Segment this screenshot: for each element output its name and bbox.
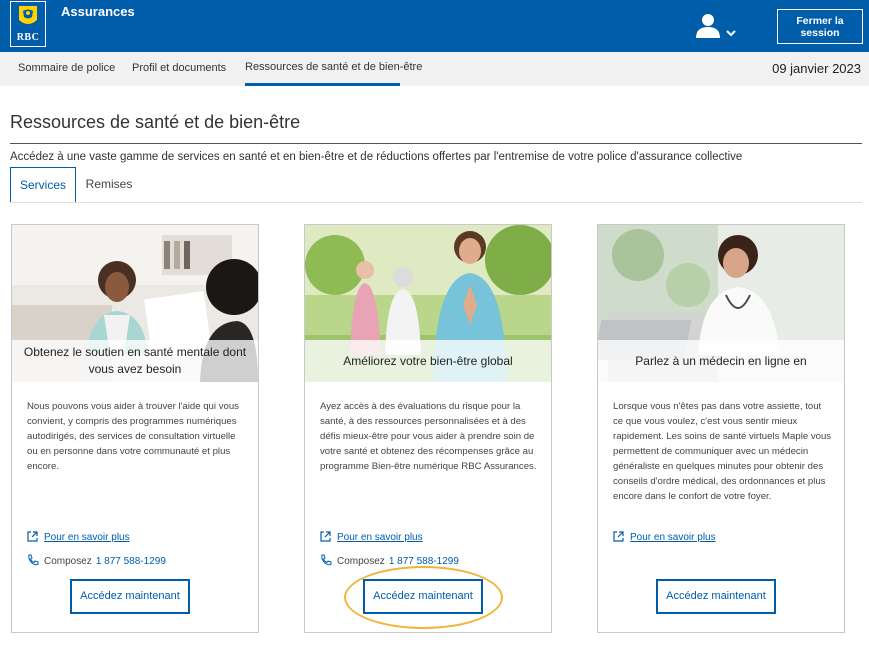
rbc-logo[interactable]: RBC: [10, 1, 46, 47]
card-description: Nous pouvons vous aider à trouver l'aide…: [27, 401, 239, 472]
access-now-button[interactable]: Accédez maintenant: [656, 579, 776, 614]
phone-line: Composez 1 877 588-1299: [27, 554, 166, 567]
page-title: Ressources de santé et de bien-être: [10, 112, 301, 132]
nav-tab-policy-summary[interactable]: Sommaire de police: [18, 52, 115, 86]
card-title: Parlez à un médecin en ligne en: [598, 340, 844, 382]
phone-icon: [321, 554, 332, 566]
subtab-services[interactable]: Services: [10, 167, 76, 203]
user-icon: [696, 14, 736, 38]
learn-more-link[interactable]: Pour en savoir plus: [27, 531, 130, 543]
phone-label: Composez: [337, 556, 385, 567]
learn-more-label: Pour en savoir plus: [44, 532, 130, 543]
nav-tab-health-resources[interactable]: Ressources de santé et de bien-être: [245, 52, 422, 86]
learn-more-link[interactable]: Pour en savoir plus: [613, 531, 716, 543]
phone-icon: [28, 554, 39, 566]
learn-more-label: Pour en savoir plus: [630, 532, 716, 543]
top-header: RBC Assurances Fermer la session: [0, 0, 869, 52]
phone-number-link[interactable]: 1 877 588-1299: [96, 556, 166, 567]
access-now-button[interactable]: Accédez maintenant: [70, 579, 190, 614]
divider: [10, 202, 862, 203]
highlight-annotation-circle: [344, 566, 503, 629]
rbc-lion-icon: [19, 6, 37, 24]
card-mental-health: Obtenez le soutien en santé mentale dont…: [11, 224, 259, 633]
phone-line: Composez 1 877 588-1299: [320, 554, 459, 567]
subtab-discounts[interactable]: Remises: [78, 167, 140, 203]
card-title: Améliorez votre bien-être global: [305, 340, 551, 382]
logout-button[interactable]: Fermer la session: [777, 9, 863, 44]
nav-tab-profile-documents[interactable]: Profil et documents: [132, 52, 226, 86]
current-date: 09 janvier 2023: [772, 61, 861, 76]
divider: [10, 143, 862, 144]
chevron-down-icon: [726, 30, 736, 37]
external-link-icon: [320, 531, 331, 542]
learn-more-link[interactable]: Pour en savoir plus: [320, 531, 423, 543]
external-link-icon: [613, 531, 624, 542]
logo-text: RBC: [16, 32, 40, 43]
page-intro: Accédez à une vaste gamme de services en…: [10, 151, 743, 163]
external-link-icon: [27, 531, 38, 542]
user-menu[interactable]: [694, 12, 738, 40]
card-virtual-doctor: Parlez à un médecin en ligne en Lorsque …: [597, 224, 845, 633]
phone-label: Composez: [44, 556, 92, 567]
card-title: Obtenez le soutien en santé mentale dont…: [12, 340, 258, 382]
main-nav: Sommaire de police Profil et documents R…: [0, 52, 869, 86]
card-description: Ayez accès à des évaluations du risque p…: [320, 401, 537, 472]
card-description: Lorsque vous n'êtes pas dans votre assie…: [613, 401, 832, 502]
brand-name: Assurances: [61, 4, 135, 19]
learn-more-label: Pour en savoir plus: [337, 532, 423, 543]
